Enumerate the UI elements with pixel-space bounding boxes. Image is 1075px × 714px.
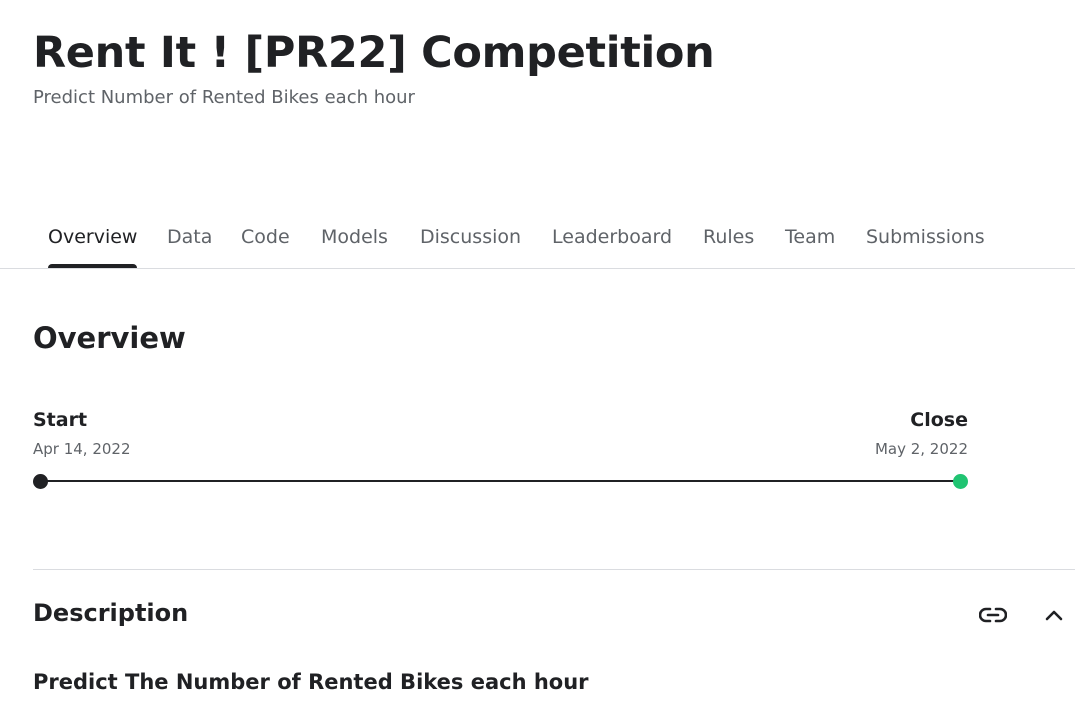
- timeline-start-label: Start: [33, 409, 88, 431]
- active-tab-indicator: [48, 264, 137, 268]
- tab-leaderboard[interactable]: Leaderboard: [552, 226, 672, 248]
- description-heading: Description: [33, 599, 189, 627]
- section-divider: [33, 569, 1075, 570]
- tab-overview[interactable]: Overview: [48, 226, 137, 248]
- link-icon[interactable]: [977, 599, 1009, 631]
- timeline-start-date: Apr 14, 2022: [33, 440, 131, 458]
- page-subtitle: Predict Number of Rented Bikes each hour: [33, 87, 415, 108]
- timeline-close-dot: [953, 474, 968, 489]
- tab-models[interactable]: Models: [321, 226, 388, 248]
- competition-page: Rent It ! [PR22] Competition Predict Num…: [0, 0, 1075, 714]
- tab-team[interactable]: Team: [785, 226, 835, 248]
- description-subheading: Predict The Number of Rented Bikes each …: [33, 670, 589, 694]
- timeline-start-dot: [33, 474, 48, 489]
- tab-bar: Overview Data Code Models Discussion Lea…: [0, 220, 1075, 269]
- tab-submissions[interactable]: Submissions: [866, 226, 985, 248]
- tab-code[interactable]: Code: [241, 226, 290, 248]
- tab-rules[interactable]: Rules: [703, 226, 754, 248]
- timeline-close-date: May 2, 2022: [874, 440, 968, 458]
- tab-data[interactable]: Data: [167, 226, 212, 248]
- page-title: Rent It ! [PR22] Competition: [33, 28, 715, 78]
- overview-heading: Overview: [33, 321, 186, 355]
- tab-discussion[interactable]: Discussion: [420, 226, 521, 248]
- timeline-close-label: Close: [910, 409, 968, 431]
- timeline-track: [40, 480, 960, 482]
- chevron-up-icon[interactable]: [1038, 599, 1070, 631]
